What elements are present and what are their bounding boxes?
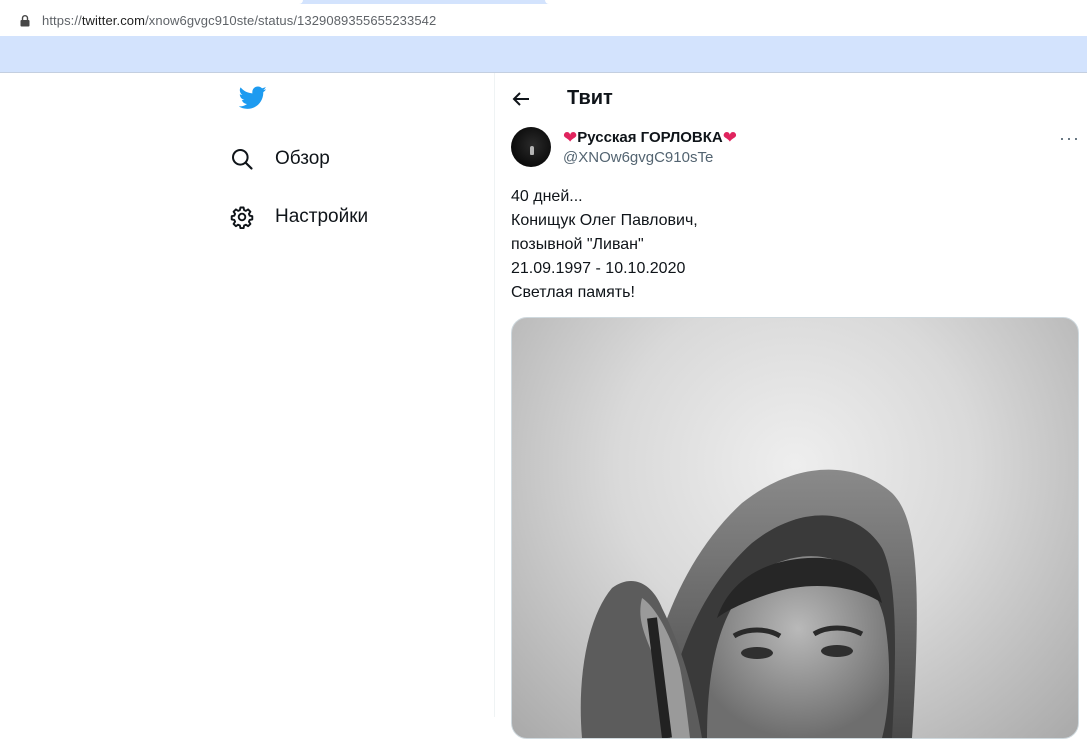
page-title: Твит	[567, 87, 613, 109]
gear-icon	[230, 205, 254, 229]
sidebar: Обзор Настройки	[220, 73, 494, 717]
back-arrow-icon[interactable]	[509, 87, 533, 111]
sidebar-item-label: Настройки	[275, 206, 369, 227]
tweet-photo[interactable]	[511, 317, 1079, 739]
twitter-page: Обзор Настройки Твит ❤ Русская ГОРЛОВКА …	[0, 73, 1087, 739]
url-scheme: https://	[42, 13, 82, 28]
url-text[interactable]: https://twitter.com/xnow6gvgc910ste/stat…	[42, 13, 436, 28]
address-bar[interactable]: https://twitter.com/xnow6gvgc910ste/stat…	[0, 4, 1087, 36]
browser-chrome: https://twitter.com/xnow6gvgc910ste/stat…	[0, 0, 1087, 73]
twitter-bird-icon[interactable]	[238, 86, 267, 115]
lock-icon[interactable]	[20, 14, 30, 32]
sidebar-item-settings[interactable]: Настройки	[230, 197, 368, 237]
heart-emoji: ❤	[722, 128, 737, 147]
avatar[interactable]	[511, 127, 551, 167]
avatar-image	[530, 146, 534, 155]
sidebar-item-explore[interactable]: Обзор	[230, 139, 330, 179]
photo-portrait-illustration	[580, 469, 917, 738]
tweet-text: 40 дней... Конищук Олег Павлович, позывн…	[511, 188, 698, 301]
tweet-header: Твит	[495, 73, 1087, 126]
author-name[interactable]: ❤ Русская ГОРЛОВКА ❤	[563, 129, 737, 146]
main-column: Твит ❤ Русская ГОРЛОВКА ❤ @XNOw6gvgC910sTe…	[495, 73, 1087, 739]
author-name-text: Русская ГОРЛОВКА	[577, 129, 723, 146]
url-path: /xnow6gvgc910ste/status/1329089355655233…	[145, 13, 437, 28]
search-icon	[230, 147, 254, 171]
author-handle[interactable]: @XNOw6gvgC910sTe	[563, 149, 713, 166]
more-options-icon[interactable]: ···	[1059, 128, 1080, 149]
heart-emoji: ❤	[563, 128, 578, 147]
sidebar-item-label: Обзор	[275, 148, 330, 169]
url-host: twitter.com	[81, 13, 146, 28]
